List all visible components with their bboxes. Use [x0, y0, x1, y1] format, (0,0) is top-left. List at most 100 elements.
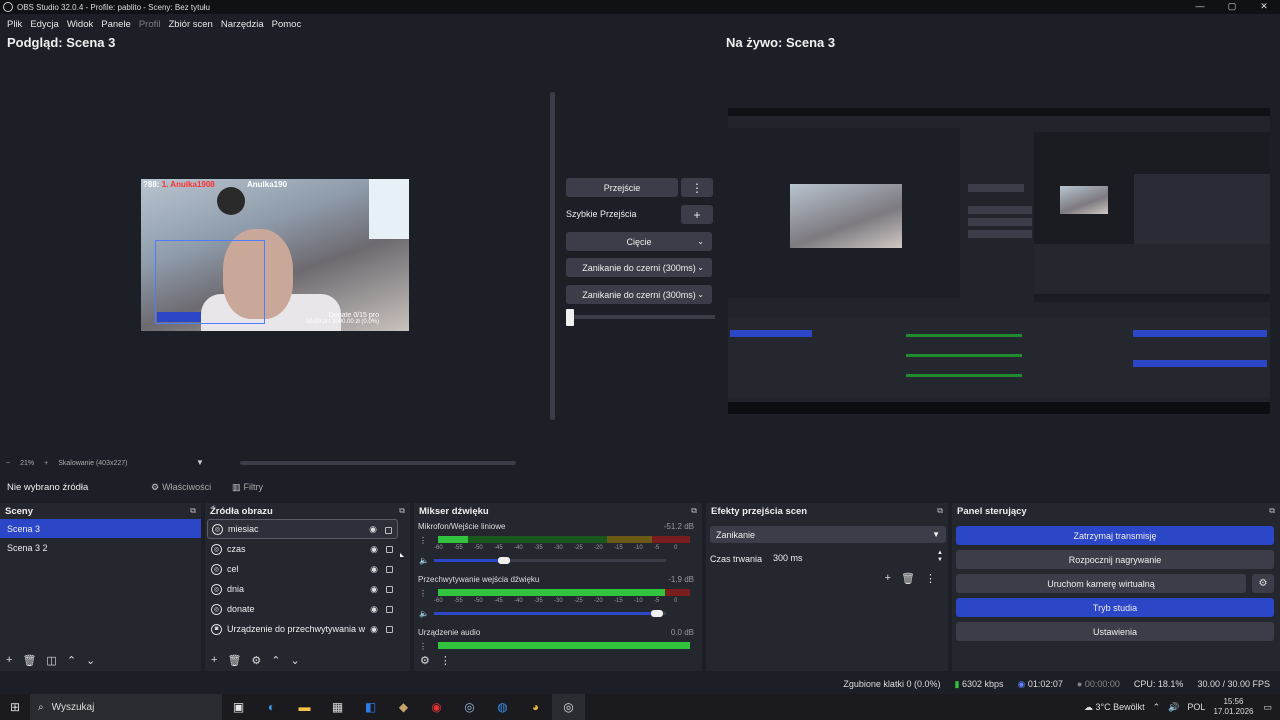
eye-icon[interactable]: ◉: [370, 544, 378, 555]
app-icon[interactable]: ◍: [486, 694, 519, 720]
close-button[interactable]: ✕: [1248, 0, 1280, 14]
eye-icon[interactable]: ◉: [370, 584, 378, 595]
app-icon[interactable]: ◉: [420, 694, 453, 720]
scene-item[interactable]: Scena 3: [0, 519, 201, 538]
weather[interactable]: ☁ 3°C Bewölkt: [1084, 702, 1145, 713]
clock[interactable]: 15:56 17.01.2026: [1213, 697, 1253, 717]
source-item[interactable]: ◙ Urządzenie do przechwytywania w ◉: [207, 619, 398, 639]
chevron-down-icon[interactable]: ▼: [196, 458, 204, 467]
volume-handle[interactable]: [497, 557, 510, 564]
preview-horizontal-scrollbar[interactable]: [240, 461, 516, 465]
float-icon[interactable]: ⧉: [691, 506, 697, 516]
mixer-settings-icon[interactable]: ⚙: [420, 654, 430, 667]
start-virtual-camera-button[interactable]: Uruchom kamerę wirtualną: [956, 574, 1246, 593]
chrome-icon[interactable]: ◕: [519, 694, 552, 720]
eye-icon[interactable]: ◉: [370, 604, 378, 615]
volume-icon[interactable]: 🔊: [1168, 702, 1179, 713]
settings-button[interactable]: Ustawienia: [956, 622, 1274, 641]
quick-transition-cut[interactable]: Cięcie ⌄: [566, 232, 712, 251]
transition-select[interactable]: Zanikanie ▼: [710, 526, 946, 543]
lock-icon[interactable]: [386, 566, 393, 573]
spinner-icon[interactable]: ▲ ▼: [937, 550, 943, 564]
edge-icon[interactable]: ◐: [255, 694, 288, 720]
lock-icon[interactable]: [386, 586, 393, 593]
lock-icon[interactable]: [386, 606, 393, 613]
source-item[interactable]: ◎ donate ◉: [207, 599, 398, 619]
eye-icon[interactable]: ◉: [369, 524, 377, 535]
source-settings-icon[interactable]: ⚙: [251, 654, 261, 667]
scene-item[interactable]: Scena 3 2: [0, 538, 201, 557]
add-source-icon[interactable]: +: [211, 654, 217, 666]
preview-vertical-scrollbar[interactable]: [550, 92, 555, 420]
quick-transition-fade-2[interactable]: Zanikanie do czerni (300ms) ⌄: [566, 285, 712, 304]
add-transition-icon[interactable]: +: [885, 572, 891, 585]
remove-source-icon[interactable]: 🗑: [227, 654, 241, 667]
kebab-icon[interactable]: ⋮: [440, 654, 451, 667]
zoom-out-button[interactable]: −: [6, 460, 10, 467]
menu-scene-collection[interactable]: Zbiór scen: [168, 19, 212, 30]
speaker-icon[interactable]: 🔈: [419, 556, 429, 565]
virtual-camera-settings-button[interactable]: ⚙: [1252, 574, 1274, 593]
move-down-icon[interactable]: ⌄: [291, 654, 300, 667]
add-scene-icon[interactable]: +: [6, 654, 12, 666]
task-view-icon[interactable]: ▣: [222, 694, 255, 720]
menu-tools[interactable]: Narzędzia: [221, 19, 264, 30]
minimize-button[interactable]: —: [1184, 0, 1216, 14]
add-quick-transition-button[interactable]: +: [681, 205, 713, 224]
source-item[interactable]: ◎ cel ◉: [207, 559, 398, 579]
remove-scene-icon[interactable]: 🗑: [22, 654, 36, 667]
windows-start-icon[interactable]: ⊞: [0, 700, 30, 714]
filters-button[interactable]: ▥ Filtry: [232, 482, 263, 493]
menu-view[interactable]: Widok: [67, 19, 93, 30]
float-icon[interactable]: ⧉: [399, 506, 405, 516]
steam-icon[interactable]: ◎: [453, 694, 486, 720]
source-item[interactable]: ◎ czas ◉: [207, 539, 398, 559]
tbar-track[interactable]: [566, 315, 715, 319]
menu-help[interactable]: Pomoc: [272, 19, 302, 30]
kebab-icon[interactable]: ⋮: [419, 589, 427, 598]
properties-button[interactable]: ⚙ Właściwości: [151, 482, 211, 493]
volume-slider[interactable]: [434, 557, 666, 564]
speaker-icon[interactable]: 🔈: [419, 609, 429, 618]
move-down-icon[interactable]: ⌄: [86, 654, 95, 667]
eye-icon[interactable]: ◉: [370, 624, 378, 635]
start-recording-button[interactable]: Rozpocznij nagrywanie: [956, 550, 1274, 569]
eye-icon[interactable]: ◉: [370, 564, 378, 575]
menu-file[interactable]: Plik: [7, 19, 22, 30]
quick-transition-fade-1[interactable]: Zanikanie do czerni (300ms) ⌄: [566, 258, 712, 277]
volume-handle[interactable]: [650, 610, 663, 617]
move-up-icon[interactable]: ⌃: [271, 654, 280, 667]
transition-button[interactable]: Przejście: [566, 178, 678, 197]
stop-streaming-button[interactable]: Zatrzymaj transmisję: [956, 526, 1274, 545]
lock-icon[interactable]: [385, 527, 392, 534]
preview-camera-image[interactable]: ?88: 1. Anulka1908 Anulka190 Donate 0/15…: [141, 179, 409, 331]
chevron-up-icon[interactable]: ⌃: [1153, 702, 1161, 713]
studio-mode-button[interactable]: Tryb studia: [956, 598, 1274, 617]
float-icon[interactable]: ⧉: [1269, 506, 1275, 516]
kebab-icon[interactable]: ⋮: [419, 536, 427, 545]
obs-taskbar-icon[interactable]: ◎: [552, 694, 585, 720]
menu-docks[interactable]: Panele: [101, 19, 131, 30]
kebab-icon[interactable]: ⋮: [925, 572, 936, 585]
float-icon[interactable]: ⧉: [937, 506, 943, 516]
volume-slider[interactable]: [434, 610, 666, 617]
maximize-button[interactable]: ▢: [1216, 0, 1248, 14]
taskbar-search[interactable]: ⌕ Wyszukaj: [30, 694, 222, 720]
move-up-icon[interactable]: ⌃: [67, 654, 76, 667]
duration-input[interactable]: 300 ms ▲ ▼: [769, 549, 946, 566]
menu-profile[interactable]: Profil: [139, 19, 161, 30]
remove-transition-icon[interactable]: 🗑: [901, 572, 915, 585]
store-icon[interactable]: ▦: [321, 694, 354, 720]
scene-filters-icon[interactable]: ◫: [46, 654, 56, 667]
source-item[interactable]: ◎ miesiac ◉: [207, 519, 398, 539]
lang-indicator[interactable]: POL: [1187, 702, 1205, 712]
app-icon[interactable]: ◆: [387, 694, 420, 720]
float-icon[interactable]: ⧉: [190, 506, 196, 516]
lock-icon[interactable]: [386, 626, 393, 633]
notification-icon[interactable]: ▭: [1263, 702, 1272, 713]
lock-icon[interactable]: [386, 546, 393, 553]
menu-edit[interactable]: Edycja: [30, 19, 59, 30]
outlook-icon[interactable]: ◧: [354, 694, 387, 720]
tbar-handle[interactable]: [566, 309, 574, 326]
transition-menu-button[interactable]: ⋮: [681, 178, 713, 197]
